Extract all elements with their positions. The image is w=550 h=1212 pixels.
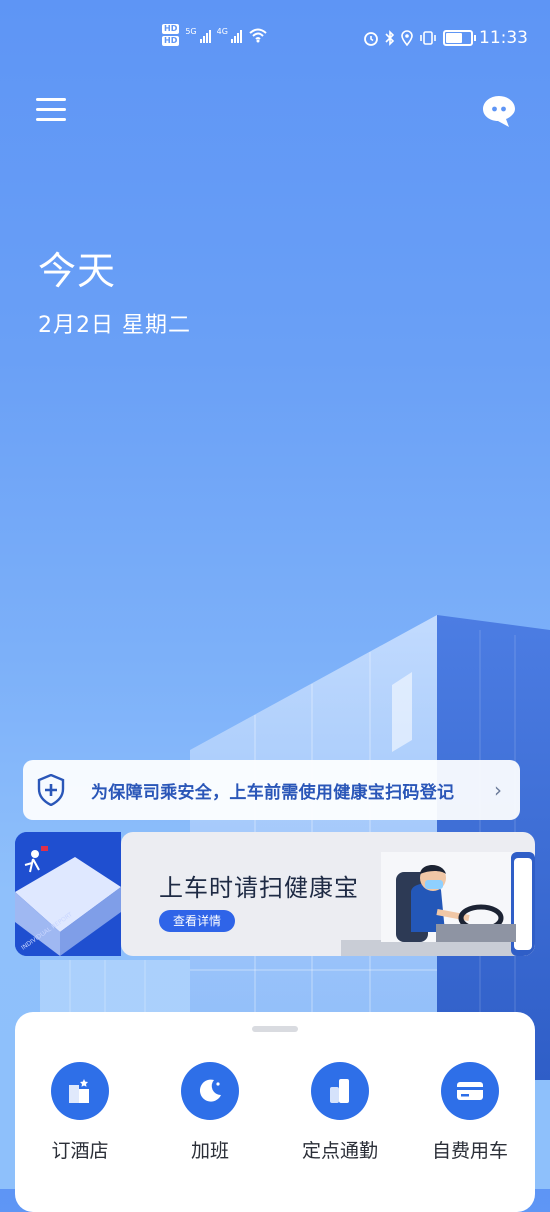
date-block: 今天 2月2日 星期二: [38, 240, 191, 339]
chevron-right-icon: ›: [494, 778, 502, 802]
notice-text: 为保障司乘安全，上车前需使用健康宝扫码登记: [91, 782, 455, 803]
battery-icon: [443, 30, 476, 46]
drag-handle[interactable]: [252, 1026, 298, 1032]
hd-badge-1: HD: [162, 24, 180, 34]
hd-badge-2: HD: [162, 36, 180, 46]
commute-icon: [311, 1062, 369, 1120]
view-details-button[interactable]: 查看详情: [159, 910, 235, 932]
status-bar: HD HD 5G 4G 11:33: [0, 0, 550, 80]
health-code-banner[interactable]: INDIVIDUAL REPORT 上车时请扫健康宝 查看详情: [15, 832, 535, 956]
chat-bubble-icon[interactable]: [482, 94, 516, 128]
alarm-icon: [364, 32, 378, 46]
wifi-icon: [249, 28, 267, 43]
system-status: 11:33: [363, 28, 528, 48]
service-self-paid-car[interactable]: 自费用车: [405, 1062, 535, 1163]
service-label: 定点通勤: [301, 1140, 378, 1162]
signal-icon-1: 5G: [185, 27, 211, 43]
banner-title: 上车时请扫健康宝: [159, 874, 359, 902]
service-label: 订酒店: [51, 1140, 109, 1162]
moon-icon: [181, 1062, 239, 1120]
service-label: 自费用车: [431, 1140, 508, 1162]
report-card-image: INDIVIDUAL REPORT: [15, 832, 121, 956]
shield-plus-icon: [37, 774, 65, 806]
service-hotel[interactable]: 订酒店: [15, 1062, 145, 1163]
services-card: 订酒店 加班 定点通勤 自费用车: [15, 1012, 535, 1212]
safety-notice-bar[interactable]: 为保障司乘安全，上车前需使用健康宝扫码登记 ›: [23, 760, 520, 820]
bluetooth-icon: [385, 30, 395, 46]
service-label: 加班: [190, 1140, 229, 1162]
vibrate-icon: [420, 31, 436, 45]
hamburger-menu-icon[interactable]: [36, 98, 66, 122]
network-status: HD HD 5G 4G: [162, 24, 268, 46]
signal-icon-2: 4G: [217, 27, 242, 43]
hotel-icon: [51, 1062, 109, 1120]
banner-content: 上车时请扫健康宝 查看详情: [121, 832, 535, 956]
clock: 11:33: [479, 28, 528, 48]
driver-illustration: [341, 852, 535, 956]
service-overtime[interactable]: 加班: [145, 1062, 275, 1163]
service-commute[interactable]: 定点通勤: [275, 1062, 405, 1163]
date-subtitle: 2月2日 星期二: [38, 313, 191, 338]
date-title: 今天: [38, 249, 117, 293]
location-icon: [401, 30, 413, 46]
card-icon: [441, 1062, 499, 1120]
services-grid: 订酒店 加班 定点通勤 自费用车: [15, 1062, 535, 1163]
